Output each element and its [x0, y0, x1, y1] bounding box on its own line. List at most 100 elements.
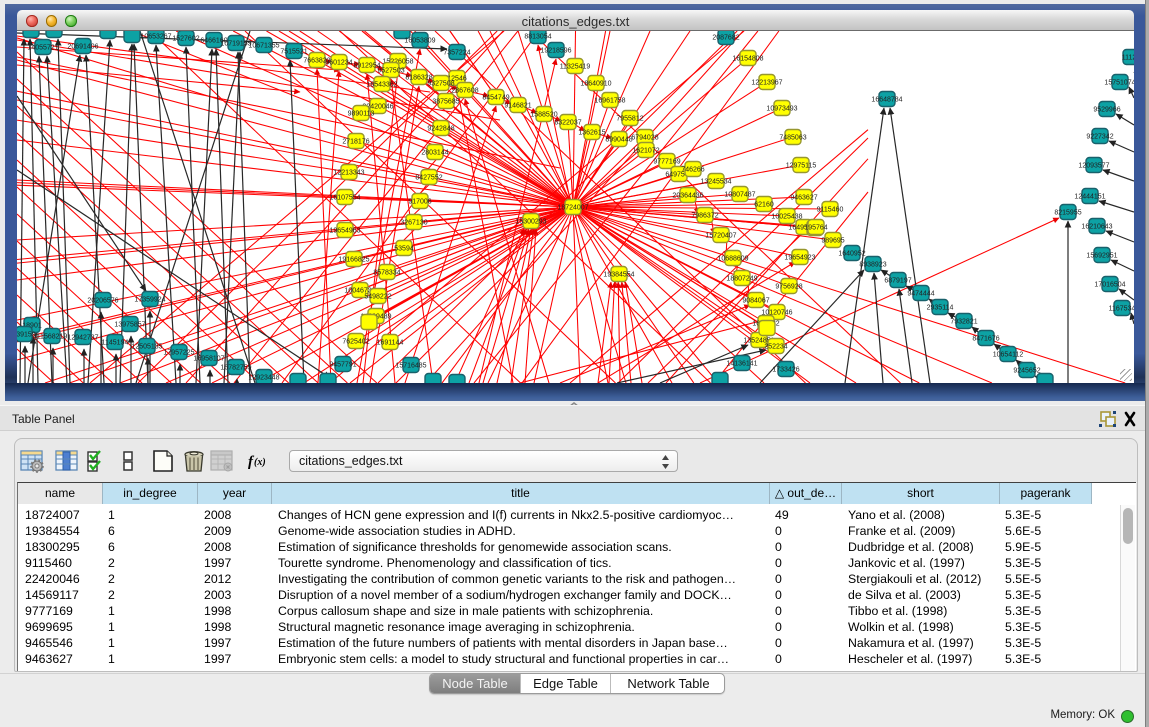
svg-text:18724007: 18724007: [557, 205, 588, 212]
svg-text:5498222: 5498222: [364, 294, 391, 301]
svg-text:62160: 62160: [754, 202, 774, 209]
svg-text:10653267: 10653267: [140, 34, 171, 41]
svg-text:9529966: 9529966: [1093, 107, 1120, 114]
svg-text:17016504: 17016504: [1094, 282, 1125, 289]
svg-text:8427552: 8427552: [415, 175, 442, 182]
svg-text:9115460: 9115460: [817, 207, 844, 214]
svg-text:14055721: 14055721: [27, 45, 58, 52]
svg-text:15716485: 15716485: [395, 363, 426, 370]
svg-text:15720407: 15720407: [705, 233, 736, 240]
svg-text:18807249: 18807249: [726, 276, 757, 283]
svg-text:16648784: 16648784: [871, 97, 902, 104]
svg-text:19654923: 19654923: [784, 255, 815, 262]
svg-text:17957225: 17957225: [163, 350, 194, 357]
svg-text:11124: 11124: [1122, 55, 1134, 62]
svg-text:9245652: 9245652: [1013, 368, 1040, 375]
svg-text:746266: 746266: [681, 167, 704, 174]
svg-text:9890113: 9890113: [348, 111, 375, 118]
svg-text:9084067: 9084067: [742, 298, 769, 305]
svg-text:16958107: 16958107: [193, 356, 224, 363]
svg-text:16053809: 16053809: [404, 38, 435, 45]
svg-text:13975857: 13975857: [114, 322, 145, 329]
svg-text:17359924: 17359924: [134, 297, 165, 304]
svg-text:939159: 939159: [17, 332, 36, 339]
svg-text:9463627: 9463627: [790, 195, 817, 202]
svg-text:1691144: 1691144: [377, 340, 404, 347]
svg-text:10973493: 10973493: [766, 106, 797, 113]
svg-text:1527602: 1527602: [172, 36, 199, 43]
svg-text:10671355: 10671355: [248, 43, 279, 50]
svg-text:9601234: 9601234: [325, 60, 352, 67]
svg-text:8454749: 8454749: [482, 95, 509, 102]
svg-text:9146821: 9146821: [504, 103, 531, 110]
svg-text:16107554: 16107554: [329, 195, 360, 202]
svg-text:6794028: 6794028: [631, 135, 658, 142]
svg-text:10807487: 10807487: [724, 192, 755, 199]
svg-text:11568219: 11568219: [37, 334, 68, 341]
svg-text:8938923: 8938923: [859, 262, 886, 269]
svg-text:15300293: 15300293: [515, 219, 546, 226]
svg-text:917006: 917006: [408, 199, 431, 206]
svg-text:16961758: 16961758: [594, 98, 625, 105]
svg-text:2087682: 2087682: [712, 35, 739, 42]
svg-text:8471676: 8471676: [972, 336, 999, 343]
svg-text:15692951: 15692951: [1086, 253, 1117, 260]
svg-text:7625402: 7625402: [342, 339, 369, 346]
svg-text:8322037: 8322037: [554, 120, 581, 127]
svg-text:2803144: 2803144: [421, 150, 448, 157]
svg-text:16154808: 16154808: [732, 56, 763, 63]
svg-text:(x): (x): [254, 457, 266, 468]
svg-text:19654963: 19654963: [329, 228, 360, 235]
svg-text:9756928: 9756928: [775, 284, 802, 291]
svg-text:7357224: 7357224: [443, 50, 470, 57]
svg-text:16782759: 16782759: [220, 365, 251, 372]
svg-text:1640952: 1640952: [838, 251, 865, 258]
svg-text:8578334: 8578334: [373, 270, 400, 277]
svg-text:8215955: 8215955: [1054, 210, 1081, 217]
svg-text:1733426: 1733426: [772, 367, 799, 374]
svg-text:12213967: 12213967: [751, 80, 782, 87]
svg-text:18640910: 18640910: [580, 81, 611, 88]
svg-text:1362615: 1362615: [578, 130, 605, 137]
svg-text:12093577: 12093577: [1078, 163, 1109, 170]
svg-text:19384554: 19384554: [603, 272, 634, 279]
svg-text:13245534: 13245534: [700, 179, 731, 186]
svg-text:9474444: 9474444: [907, 291, 934, 298]
svg-text:9327508: 9327508: [427, 81, 454, 88]
svg-text:3267130: 3267130: [400, 220, 427, 227]
svg-text:20691406: 20691406: [67, 44, 98, 51]
svg-text:12975115: 12975115: [786, 163, 817, 170]
svg-text:1167534: 1167534: [1109, 306, 1134, 313]
svg-text:11325419: 11325419: [560, 64, 591, 71]
svg-text:10688609: 10688609: [717, 256, 748, 263]
svg-text:6879197: 6879197: [884, 278, 911, 285]
svg-text:2718176: 2718176: [342, 139, 369, 146]
svg-text:9457791: 9457791: [329, 362, 356, 369]
svg-text:12213343: 12213343: [333, 170, 364, 177]
svg-text:16210643: 16210643: [1081, 224, 1112, 231]
svg-text:9242848: 9242848: [427, 126, 454, 133]
svg-text:20206576: 20206576: [87, 298, 118, 305]
svg-text:10719155: 10719155: [220, 41, 251, 48]
svg-text:10654112: 10654112: [993, 352, 1024, 359]
svg-text:12505135: 12505135: [131, 344, 162, 351]
svg-text:3875685: 3875685: [432, 99, 459, 106]
svg-text:1145194: 1145194: [102, 340, 129, 347]
svg-text:12923448: 12923448: [248, 375, 279, 382]
svg-text:12942737: 12942737: [67, 335, 98, 342]
svg-text:9527503: 9527503: [377, 68, 404, 75]
svg-text:252234: 252234: [764, 344, 787, 351]
svg-text:9777169: 9777169: [653, 159, 680, 166]
svg-text:1621072: 1621072: [632, 148, 659, 155]
svg-text:8990448: 8990448: [605, 137, 632, 144]
svg-text:12444151: 12444151: [1074, 194, 1105, 201]
svg-text:1588520: 1588520: [530, 112, 557, 119]
svg-text:15751074: 15751074: [1104, 80, 1134, 87]
svg-text:53594: 53594: [394, 246, 414, 253]
svg-text:7932821: 7932821: [950, 319, 977, 326]
svg-text:2935114: 2935114: [927, 305, 954, 312]
svg-text:7485063: 7485063: [779, 135, 806, 142]
svg-text:7986372: 7986372: [691, 213, 718, 220]
svg-text:9227342: 9227342: [1086, 134, 1113, 141]
svg-text:7955812: 7955812: [616, 116, 643, 123]
